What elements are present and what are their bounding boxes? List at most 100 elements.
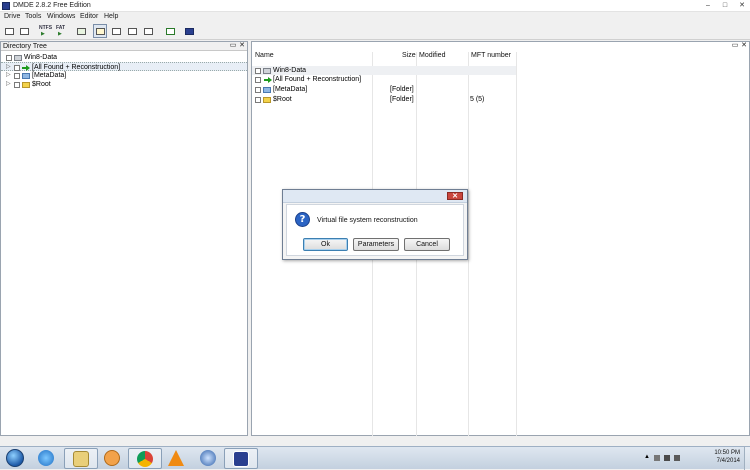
flag-icon[interactable] bbox=[654, 455, 660, 461]
open-drive-button[interactable] bbox=[2, 24, 16, 38]
list-row-name: [MetaData] bbox=[273, 86, 308, 93]
tree-item-label: $Root bbox=[32, 81, 51, 88]
question-icon: ? bbox=[295, 212, 310, 227]
minimize-button[interactable]: – bbox=[703, 1, 713, 10]
clock-date: 7/4/2014 bbox=[716, 458, 740, 464]
green-arrow-icon: ▶ bbox=[41, 31, 45, 37]
menu-drive[interactable]: Drive bbox=[4, 13, 20, 20]
list-view-icon bbox=[112, 28, 121, 35]
list-row-size: [Folder] bbox=[390, 96, 414, 103]
checkbox[interactable] bbox=[255, 77, 261, 83]
partitions-button[interactable] bbox=[17, 24, 31, 38]
parameters-button[interactable]: Parameters bbox=[353, 238, 399, 251]
column-header-modified[interactable]: Modified bbox=[419, 52, 445, 59]
network-icon[interactable] bbox=[664, 455, 670, 461]
view-list-button[interactable] bbox=[109, 24, 123, 38]
copy-icon bbox=[166, 28, 175, 35]
list-row-size: [Folder] bbox=[390, 86, 414, 93]
open-volume-button[interactable] bbox=[74, 24, 88, 38]
menu-tools[interactable]: Tools bbox=[25, 13, 41, 20]
expand-arrow-icon[interactable]: ▷ bbox=[6, 80, 12, 89]
dmde-icon bbox=[233, 451, 249, 467]
maximize-button[interactable]: □ bbox=[720, 1, 730, 10]
column-header-size[interactable]: Size bbox=[402, 52, 416, 59]
checkbox[interactable] bbox=[255, 87, 261, 93]
reconstruction-dialog: ✕ ? Virtual file system reconstruction O… bbox=[282, 189, 468, 260]
panel-restore-button[interactable]: ▭ bbox=[731, 42, 739, 50]
directory-tree-header: Directory Tree ▭ ✕ bbox=[1, 42, 247, 51]
panel-close-button[interactable]: ✕ bbox=[238, 42, 246, 50]
view-tree-button[interactable] bbox=[93, 24, 107, 38]
checkbox[interactable] bbox=[14, 82, 20, 88]
column-divider bbox=[468, 52, 469, 436]
taskbar-chrome[interactable] bbox=[128, 448, 162, 469]
tree-item-metadata[interactable]: ▷ [MetaData] bbox=[1, 71, 247, 80]
checkbox[interactable] bbox=[6, 55, 12, 61]
tree-item-root[interactable]: ▷ $Root bbox=[1, 80, 247, 89]
taskbar-vlc[interactable] bbox=[160, 448, 194, 469]
directory-tree-panel: Directory Tree ▭ ✕ Win8-Data ▷ [All Foun… bbox=[0, 41, 248, 436]
tree-item-label: [MetaData] bbox=[32, 72, 67, 79]
expand-arrow-icon[interactable]: ▷ bbox=[6, 71, 12, 80]
folder-icon bbox=[263, 97, 271, 103]
view-search-button[interactable] bbox=[141, 24, 155, 38]
show-desktop-button[interactable] bbox=[744, 447, 750, 470]
checkbox[interactable] bbox=[255, 97, 261, 103]
checkbox[interactable] bbox=[14, 73, 20, 79]
file-list-header: ▭ ✕ bbox=[252, 42, 749, 51]
list-row-name: Win8-Data bbox=[273, 67, 307, 74]
start-button[interactable] bbox=[6, 449, 24, 467]
internet-explorer-icon bbox=[38, 450, 54, 466]
vlc-icon bbox=[168, 450, 184, 466]
metadata-icon bbox=[263, 87, 271, 93]
column-header-name[interactable]: Name bbox=[255, 52, 274, 59]
taskbar-internet-explorer[interactable] bbox=[30, 448, 64, 469]
app-icon bbox=[200, 450, 216, 466]
panel-restore-button[interactable]: ▭ bbox=[229, 42, 237, 50]
close-button[interactable]: ✕ bbox=[737, 1, 747, 10]
file-explorer-icon bbox=[73, 451, 89, 467]
fat-search-button[interactable]: FAT ▶ bbox=[54, 24, 68, 38]
drive-icon bbox=[263, 68, 271, 74]
list-row[interactable]: $Root [Folder] 5 (5) bbox=[252, 95, 516, 104]
green-arrow-icon bbox=[264, 77, 272, 83]
ntfs-search-button[interactable]: NTFS ▶ bbox=[37, 24, 52, 38]
taskbar-file-explorer[interactable] bbox=[64, 448, 98, 469]
list-row[interactable]: Win8-Data bbox=[252, 66, 516, 75]
drive-icon bbox=[5, 28, 14, 35]
ok-button[interactable]: Ok bbox=[303, 238, 348, 251]
list-row[interactable]: [All Found + Reconstruction] bbox=[252, 75, 516, 84]
checkbox[interactable] bbox=[255, 68, 261, 74]
copy-button[interactable] bbox=[163, 24, 177, 38]
volume-icon bbox=[77, 28, 86, 35]
show-hidden-icons-icon[interactable]: ▲ bbox=[644, 454, 650, 460]
menu-bar: Drive Tools Windows Editor Help bbox=[0, 12, 750, 22]
list-icon bbox=[20, 28, 29, 35]
drive-icon bbox=[14, 55, 22, 61]
tree-item-win8-data[interactable]: Win8-Data bbox=[1, 53, 247, 62]
dialog-close-button[interactable]: ✕ bbox=[447, 192, 463, 200]
green-arrow-icon: ▶ bbox=[58, 31, 62, 37]
cancel-button[interactable]: Cancel bbox=[404, 238, 450, 251]
menu-windows[interactable]: Windows bbox=[47, 13, 75, 20]
list-row-name: [All Found + Reconstruction] bbox=[273, 76, 362, 83]
column-header-mft[interactable]: MFT number bbox=[471, 52, 511, 59]
dmde-logo-button[interactable] bbox=[182, 24, 196, 38]
directory-tree-title: Directory Tree bbox=[3, 43, 47, 50]
list-row[interactable]: [MetaData] [Folder] bbox=[252, 85, 516, 94]
dmde-app-icon bbox=[2, 2, 10, 10]
window-title: DMDE 2.8.2 Free Edition bbox=[13, 2, 91, 9]
tree-item-all-found[interactable]: ▷ [All Found + Reconstruction] bbox=[1, 62, 247, 71]
toolbar: NTFS ▶ FAT ▶ bbox=[0, 22, 750, 40]
panel-close-button[interactable]: ✕ bbox=[740, 42, 748, 50]
dmde-logo-icon bbox=[185, 28, 194, 35]
volume-icon[interactable] bbox=[674, 455, 680, 461]
view-details-button[interactable] bbox=[125, 24, 139, 38]
menu-editor[interactable]: Editor bbox=[80, 13, 98, 20]
clock[interactable]: 10:50 PM 7/4/2014 bbox=[714, 449, 740, 465]
taskbar-dmde[interactable] bbox=[224, 448, 258, 469]
dialog-title-bar: ✕ bbox=[283, 190, 467, 203]
taskbar-app[interactable] bbox=[192, 448, 226, 469]
menu-help[interactable]: Help bbox=[104, 13, 118, 20]
taskbar-media-player[interactable] bbox=[96, 448, 130, 469]
